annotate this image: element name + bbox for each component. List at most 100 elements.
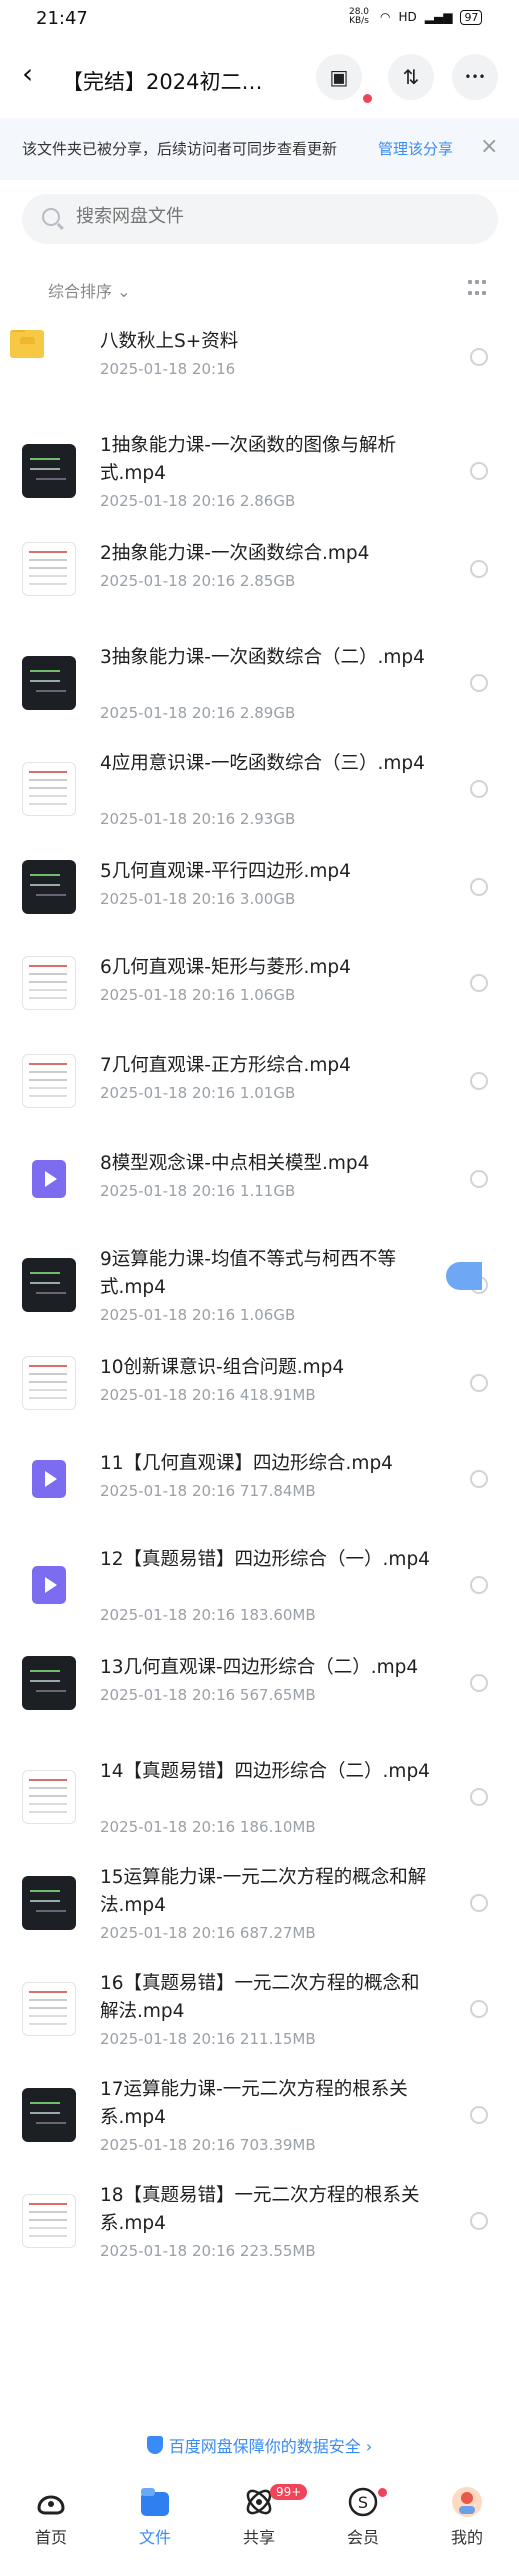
select-radio[interactable] [470, 674, 488, 692]
file-item[interactable]: 3抽象能力课-一次函数综合（二）.mp4 2025-01-18 20:16 2.8… [0, 636, 519, 742]
video-thumbnail [22, 542, 76, 596]
file-item[interactable]: 5几何直观课-平行四边形.mp4 2025-01-18 20:16 3.00GB [0, 848, 519, 944]
file-meta: 2025-01-18 20:16 687.27MB [100, 1924, 316, 1942]
select-radio[interactable] [470, 560, 488, 578]
more-icon: ••• [464, 70, 486, 84]
file-name: 18【真题易错】一元二次方程的根系关系.mp4 [100, 2185, 420, 2234]
security-banner[interactable]: 百度网盘保障你的数据安全 › [0, 2425, 519, 2465]
video-thumbnail [22, 444, 76, 498]
select-radio[interactable] [470, 348, 488, 366]
tab-home[interactable]: 首页 [6, 2482, 96, 2548]
file-item[interactable]: 18【真题易错】一元二次方程的根系关系.mp4 2025-01-18 20:16 … [0, 2174, 519, 2280]
status-time: 21:47 [36, 8, 88, 29]
file-name: 10创新课意识-组合问题.mp4 [100, 1357, 345, 1378]
file-name: 6几何直观课-矩形与菱形.mp4 [100, 957, 351, 978]
file-item[interactable]: 12【真题易错】四边形综合（一）.mp4 2025-01-18 20:16 183… [0, 1538, 519, 1644]
select-radio[interactable] [470, 1894, 488, 1912]
file-meta: 2025-01-18 20:16 211.15MB [100, 2030, 316, 2048]
video-file-icon [22, 1452, 76, 1506]
select-radio[interactable] [470, 462, 488, 480]
folder-item[interactable]: 八数秋上S+资料 2025-01-18 20:16 [0, 318, 519, 424]
file-name: 11【几何直观课】四边形综合.mp4 [100, 1453, 393, 1474]
file-name: 14【真题易错】四边形综合（二）.mp4 [100, 1761, 430, 1782]
select-radio[interactable] [470, 2212, 488, 2230]
share-badge: 99+ [270, 2484, 308, 2500]
file-item[interactable]: 10创新课意识-组合问题.mp4 2025-01-18 20:16 418.91M… [0, 1344, 519, 1440]
manage-share-link[interactable]: 管理该分享 [378, 138, 453, 159]
video-thumbnail [22, 2194, 76, 2248]
file-item[interactable]: 15运算能力课-一元二次方程的概念和解法.mp4 2025-01-18 20:16… [0, 1856, 519, 1962]
file-item[interactable]: 6几何直观课-矩形与菱形.mp4 2025-01-18 20:16 1.06GB [0, 944, 519, 1042]
search-bar[interactable] [22, 194, 498, 244]
select-radio[interactable] [470, 2000, 488, 2018]
video-thumbnail [22, 656, 76, 710]
file-name: 7几何直观课-正方形综合.mp4 [100, 1055, 351, 1076]
video-thumbnail [22, 956, 76, 1010]
folder-icon [10, 330, 44, 358]
select-radio[interactable] [470, 974, 488, 992]
select-radio[interactable] [470, 1674, 488, 1692]
file-meta: 2025-01-18 20:16 1.11GB [100, 1182, 296, 1200]
file-meta: 2025-01-18 20:16 2.93GB [100, 810, 296, 828]
floating-assist-button[interactable] [446, 1262, 482, 1290]
close-icon[interactable]: × [480, 134, 498, 159]
video-thumbnail [22, 1258, 76, 1312]
network-speed: 28.0 KB/s [348, 7, 370, 26]
file-meta: 2025-01-18 20:16 1.06GB [100, 1306, 296, 1324]
file-meta: 2025-01-18 20:16 223.55MB [100, 2242, 316, 2260]
file-item[interactable]: 14【真题易错】四边形综合（二）.mp4 2025-01-18 20:16 186… [0, 1750, 519, 1856]
file-item[interactable]: 16【真题易错】一元二次方程的概念和解法.mp4 2025-01-18 20:16… [0, 1962, 519, 2068]
select-radio[interactable] [470, 1072, 488, 1090]
video-thumbnail [22, 860, 76, 914]
select-radio[interactable] [470, 878, 488, 896]
grid-view-icon[interactable] [468, 280, 486, 298]
file-item[interactable]: 11【几何直观课】四边形综合.mp4 2025-01-18 20:16 717.8… [0, 1440, 519, 1538]
more-button[interactable]: ••• [452, 54, 498, 100]
video-thumbnail [22, 1770, 76, 1824]
back-button[interactable]: ‹ [22, 60, 33, 88]
file-name: 3抽象能力课-一次函数综合（二）.mp4 [100, 647, 425, 668]
tab-home-label: 首页 [34, 2528, 67, 2547]
file-item[interactable]: 1抽象能力课-一次函数的图像与解析式.mp4 2025-01-18 20:16 2… [0, 424, 519, 530]
wifi-icon: ◠ [380, 10, 391, 24]
file-meta: 2025-01-18 20:16 1.06GB [100, 986, 296, 1004]
file-item[interactable]: 13几何直观课-四边形综合（二）.mp4 2025-01-18 20:16 567… [0, 1644, 519, 1750]
file-meta: 2025-01-18 20:16 [100, 360, 236, 378]
select-radio[interactable] [470, 780, 488, 798]
video-thumbnail [22, 2088, 76, 2142]
tab-mine[interactable]: 我的 [422, 2482, 512, 2548]
video-thumbnail [22, 1876, 76, 1930]
search-input[interactable] [76, 206, 456, 227]
tab-files[interactable]: 文件 [110, 2482, 200, 2548]
select-radio[interactable] [470, 1374, 488, 1392]
sort-bar: 综合排序 ⌄ [0, 268, 519, 312]
file-item[interactable]: 17运算能力课-一元二次方程的根系关系.mp4 2025-01-18 20:16 … [0, 2068, 519, 2174]
select-radio[interactable] [470, 1470, 488, 1488]
file-name: 4应用意识课-一吃函数综合（三）.mp4 [100, 753, 425, 774]
file-item[interactable]: 2抽象能力课-一次函数综合.mp4 2025-01-18 20:16 2.85GB [0, 530, 519, 636]
sort-dropdown[interactable]: 综合排序 ⌄ [48, 278, 131, 302]
file-name: 8模型观念课-中点相关模型.mp4 [100, 1153, 370, 1174]
transfer-button[interactable]: ⇅ [388, 54, 434, 100]
file-item[interactable]: 9运算能力课-均值不等式与柯西不等式.mp4 2025-01-18 20:16 1… [0, 1238, 519, 1344]
file-name: 16【真题易错】一元二次方程的概念和解法.mp4 [100, 1973, 420, 2022]
file-item[interactable]: 7几何直观课-正方形综合.mp4 2025-01-18 20:16 1.01GB [0, 1042, 519, 1140]
select-radio[interactable] [470, 1576, 488, 1594]
select-radio[interactable] [470, 2106, 488, 2124]
video-file-icon [22, 1558, 76, 1612]
video-thumbnail [22, 762, 76, 816]
top-header: ‹ 【完结】2024初二数学… ▣ ⇅ ••• [0, 46, 519, 112]
tab-share-label: 共享 [242, 2528, 275, 2547]
file-name: 2抽象能力课-一次函数综合.mp4 [100, 543, 370, 564]
file-item[interactable]: 4应用意识课-一吃函数综合（三）.mp4 2025-01-18 20:16 2.9… [0, 742, 519, 848]
search-icon [42, 208, 60, 226]
file-meta: 2025-01-18 20:16 1.01GB [100, 1084, 296, 1102]
recycle-button[interactable]: ▣ [316, 54, 362, 100]
select-radio[interactable] [470, 1788, 488, 1806]
tab-vip[interactable]: S 会员 [318, 2482, 408, 2548]
file-item[interactable]: 8模型观念课-中点相关模型.mp4 2025-01-18 20:16 1.11GB [0, 1140, 519, 1238]
select-radio[interactable] [470, 1170, 488, 1188]
folder-title: 【完结】2024初二数学… [62, 70, 282, 94]
battery-icon: 97 [460, 9, 483, 25]
notification-dot [363, 94, 372, 103]
